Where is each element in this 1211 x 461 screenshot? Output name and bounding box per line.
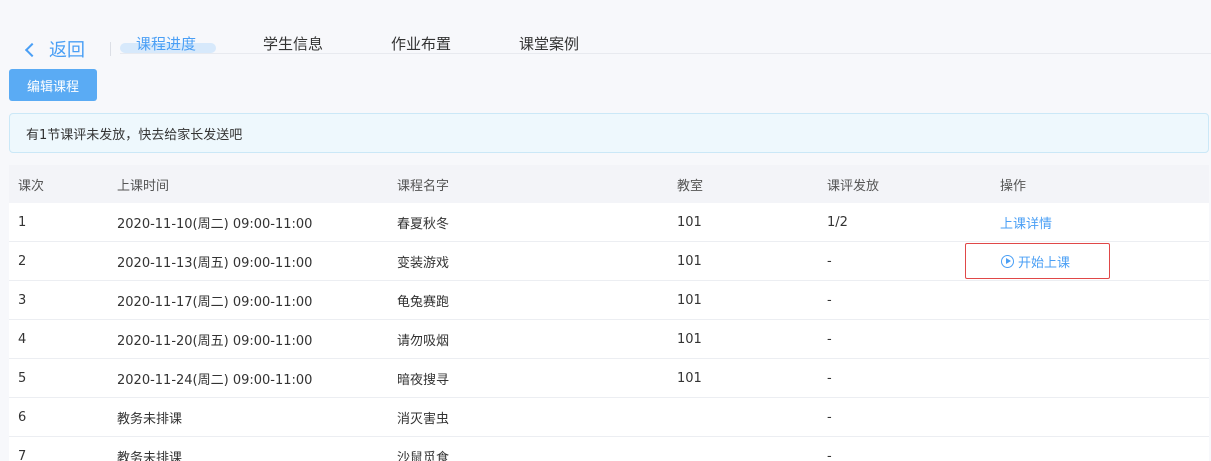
header-action: 操作 <box>1000 178 1027 194</box>
table-header: 课次 上课时间 课程名字 教室 课评发放 操作 <box>9 165 1209 203</box>
cell-time: 教务未排课 <box>117 411 183 427</box>
notice-text: 有1节课评未发放，快去给家长发送吧 <box>26 127 243 143</box>
lesson-details-link[interactable]: 上课详情 <box>1000 213 1052 232</box>
cell-course-name: 龟兔赛跑 <box>397 294 450 310</box>
notice-banner: 有1节课评未发放，快去给家长发送吧 <box>9 113 1209 153</box>
cell-review: - <box>827 331 832 347</box>
cell-course-name: 请勿吸烟 <box>397 333 450 349</box>
cell-time: 2020-11-20(周五) 09:00-11:00 <box>117 333 313 349</box>
header-lesson-no: 课次 <box>18 178 45 194</box>
cell-review: - <box>827 409 832 425</box>
cell-classroom: 101 <box>677 370 702 386</box>
cell-time: 教务未排课 <box>117 450 183 461</box>
cell-course-name: 消灭害虫 <box>397 411 450 427</box>
header-classroom: 教室 <box>677 178 704 194</box>
tab-student-info[interactable]: 学生信息 <box>263 33 323 54</box>
cell-time: 2020-11-10(周二) 09:00-11:00 <box>117 216 313 232</box>
start-class-button[interactable]: 开始上课 <box>965 243 1110 279</box>
cell-classroom: 101 <box>677 331 702 347</box>
course-table: 课次 上课时间 课程名字 教室 课评发放 操作 1 2020-11-10(周二)… <box>9 165 1209 461</box>
chevron-left-icon <box>24 42 40 57</box>
cell-course-name: 春夏秋冬 <box>397 216 450 232</box>
cell-time: 2020-11-13(周五) 09:00-11:00 <box>117 255 313 271</box>
cell-lesson-no: 7 <box>18 448 27 461</box>
cell-review: - <box>827 370 832 386</box>
cell-lesson-no: 1 <box>18 214 27 230</box>
play-circle-icon <box>1001 254 1014 268</box>
table-row: 4 2020-11-20(周五) 09:00-11:00 请勿吸烟 101 - <box>9 320 1209 359</box>
cell-lesson-no: 3 <box>18 292 27 308</box>
cell-lesson-no: 6 <box>18 409 27 425</box>
tab-bar: 课程进度 学生信息 作业布置 课堂案例 <box>120 30 1211 54</box>
tab-class-cases[interactable]: 课堂案例 <box>519 33 579 54</box>
cell-course-name: 暗夜搜寻 <box>397 372 450 388</box>
table-row: 7 教务未排课 沙鼠觅食 - <box>9 437 1209 461</box>
header-course-name: 课程名字 <box>397 178 450 194</box>
table-row: 3 2020-11-17(周二) 09:00-11:00 龟兔赛跑 101 - <box>9 281 1209 320</box>
tab-homework[interactable]: 作业布置 <box>391 33 451 54</box>
cell-review: - <box>827 448 832 461</box>
cell-lesson-no: 2 <box>18 253 27 269</box>
cell-course-name: 沙鼠觅食 <box>397 450 450 461</box>
cell-review: - <box>827 253 832 269</box>
back-label: 返回 <box>49 40 85 61</box>
divider <box>110 42 111 56</box>
edit-course-button[interactable]: 编辑课程 <box>9 69 97 101</box>
tab-course-progress[interactable]: 课程进度 <box>136 33 196 54</box>
table-row: 5 2020-11-24(周二) 09:00-11:00 暗夜搜寻 101 - <box>9 359 1209 398</box>
cell-review: 1/2 <box>827 214 848 230</box>
header-review: 课评发放 <box>827 178 880 194</box>
cell-lesson-no: 5 <box>18 370 27 386</box>
table-row: 1 2020-11-10(周二) 09:00-11:00 春夏秋冬 101 1/… <box>9 203 1209 242</box>
cell-time: 2020-11-17(周二) 09:00-11:00 <box>117 294 313 310</box>
cell-classroom: 101 <box>677 214 702 230</box>
header-time: 上课时间 <box>117 178 170 194</box>
cell-time: 2020-11-24(周二) 09:00-11:00 <box>117 372 313 388</box>
back-button[interactable]: 返回 <box>24 36 85 62</box>
table-row: 6 教务未排课 消灭害虫 - <box>9 398 1209 437</box>
cell-lesson-no: 4 <box>18 331 27 347</box>
cell-course-name: 变装游戏 <box>397 255 450 271</box>
cell-classroom: 101 <box>677 253 702 269</box>
start-class-label: 开始上课 <box>1018 255 1071 271</box>
cell-classroom: 101 <box>677 292 702 308</box>
table-row: 2 2020-11-13(周五) 09:00-11:00 变装游戏 101 - … <box>9 242 1209 281</box>
cell-review: - <box>827 292 832 308</box>
